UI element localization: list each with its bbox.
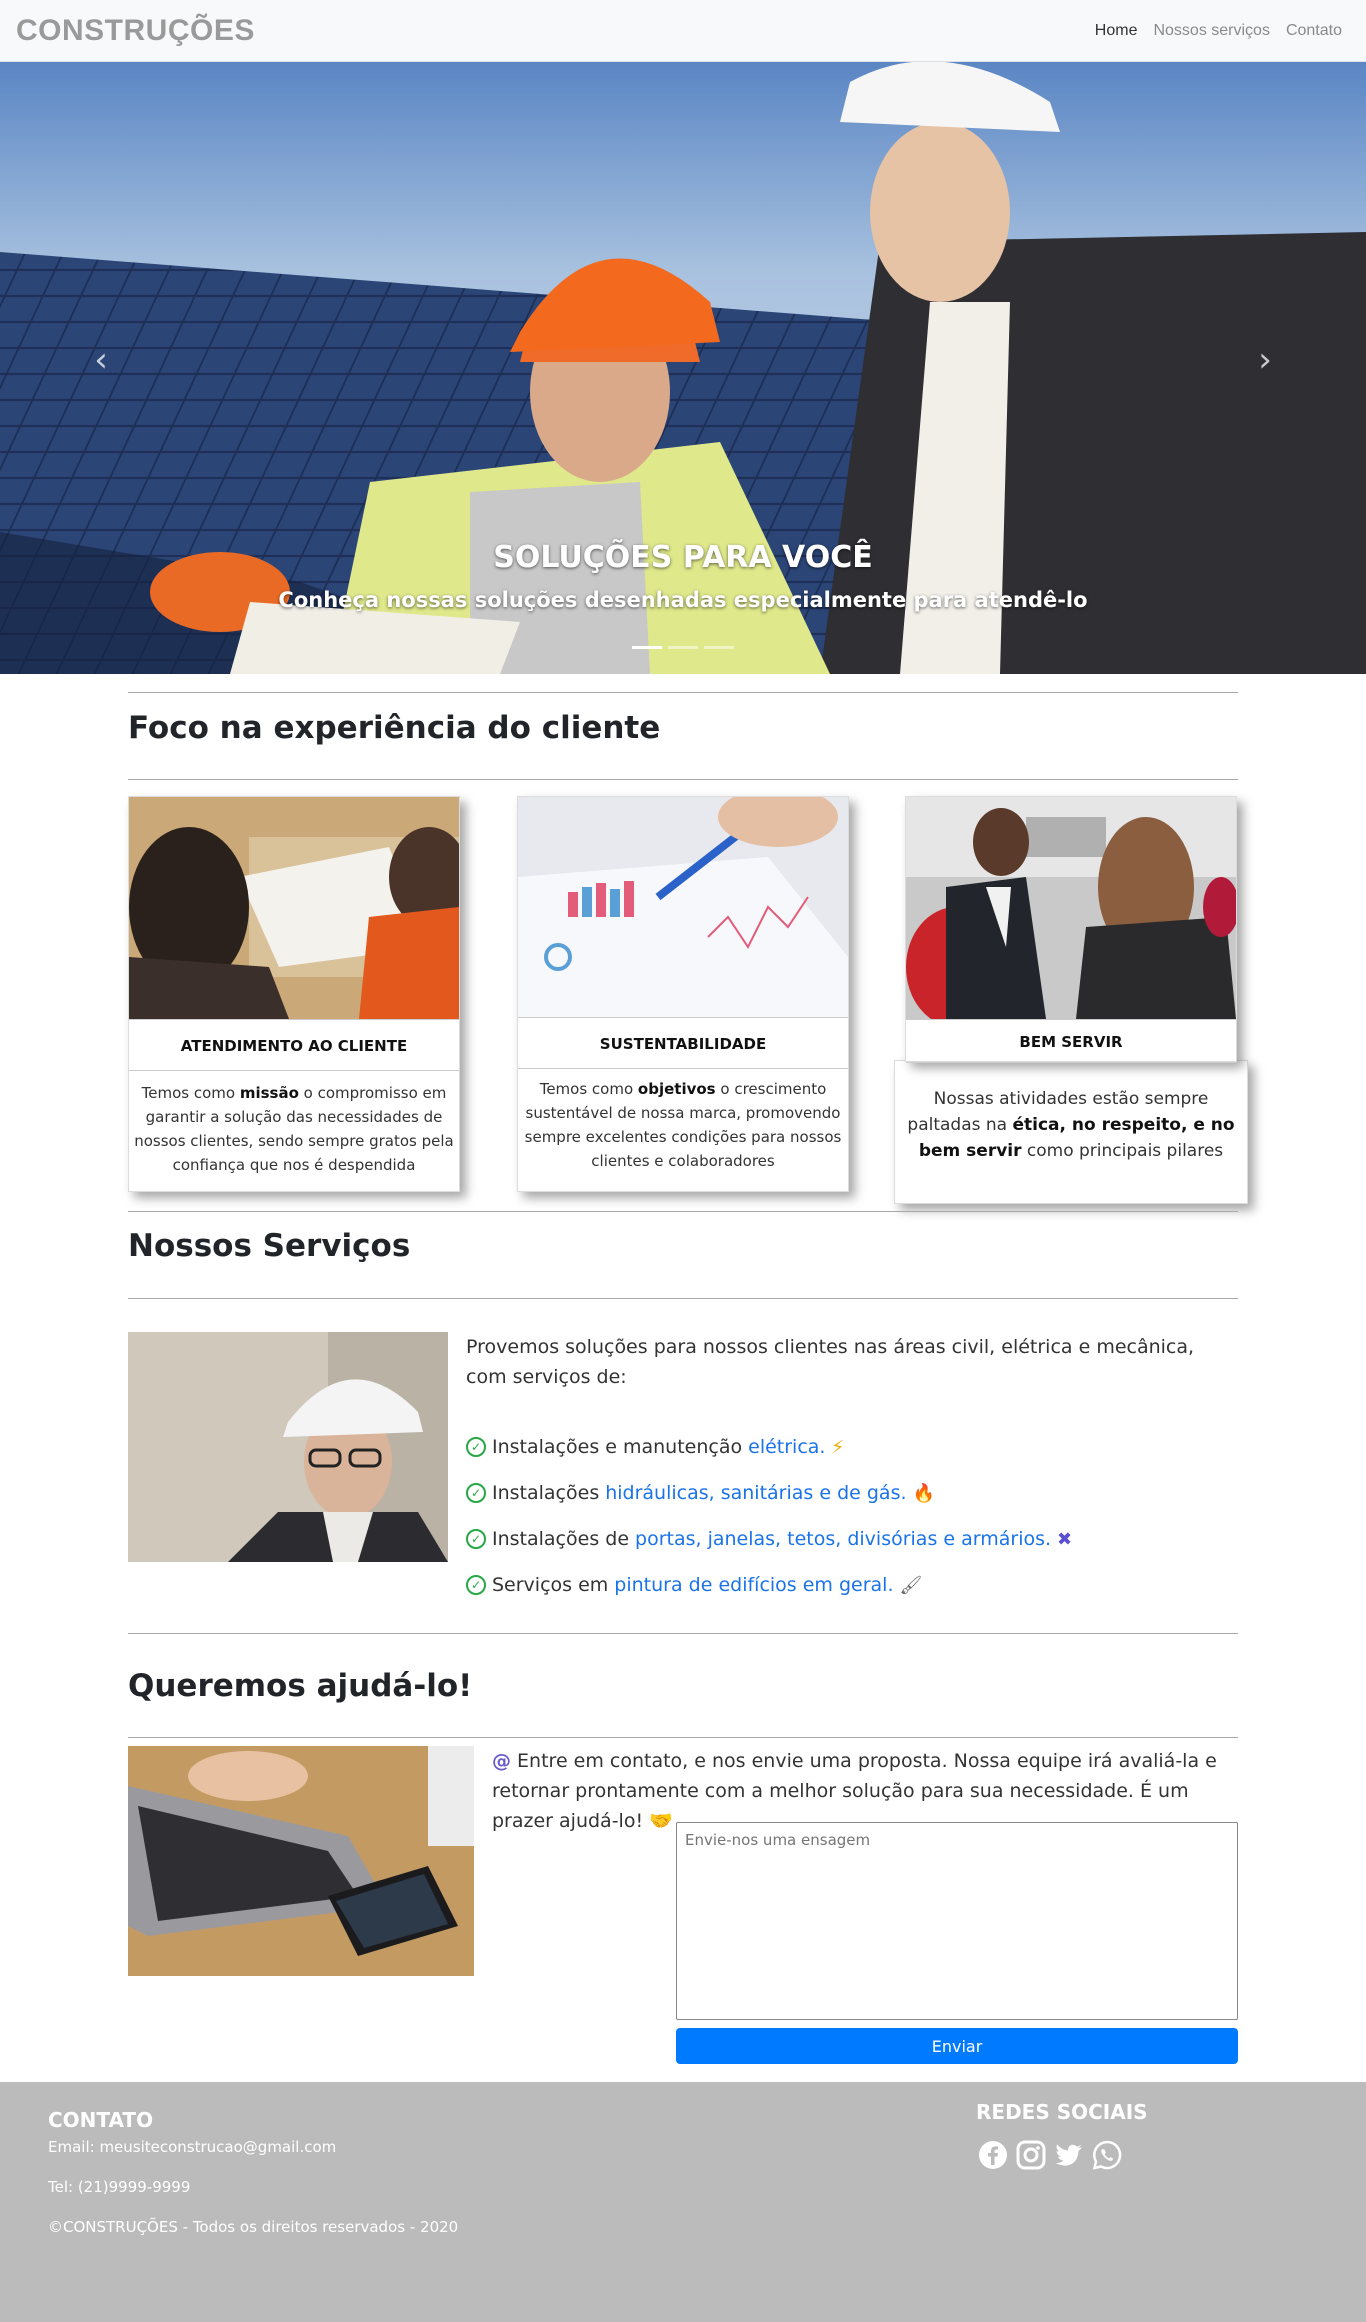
service-link-plumbing[interactable]: hidráulicas, sanitárias e de gás. [605,1482,906,1504]
carousel-next-button[interactable]: › [1250,340,1280,380]
message-textarea[interactable] [676,1822,1238,2020]
brand-logo[interactable]: CONSTRUÇÕES [16,14,255,48]
service-prefix: Serviços em [492,1574,609,1596]
tools-icon: ✖ [1057,1528,1073,1550]
twitter-icon[interactable] [1054,2140,1084,2170]
nav-links: Home Nossos serviços Contato [1087,14,1350,48]
check-circle-icon: ✓ [466,1437,486,1457]
at-sign-icon: @ [492,1750,511,1772]
contact-description: Entre em contato, e nos envie uma propos… [492,1750,1217,1832]
card-text: Temos como missão o compromisso em garan… [129,1081,459,1177]
nav-link-services[interactable]: Nossos serviços [1145,14,1277,48]
service-prefix: Instalações [492,1482,600,1504]
divider [128,1737,1238,1738]
card-text-bold: objetivos [637,1080,716,1098]
card-title: ATENDIMENTO AO CLIENTE [129,1019,459,1071]
divider [128,692,1238,693]
service-link-doors[interactable]: portas, janelas, tetos, divisórias e arm… [635,1528,1051,1550]
flame-icon: 🔥 [912,1482,935,1504]
divider [128,1211,1238,1212]
carousel-indicator-1[interactable] [632,646,662,649]
lightning-icon: ⚡ [831,1436,845,1458]
carousel-indicator-3[interactable] [704,646,734,649]
card-image [906,797,1236,1019]
contact-section-title: Queremos ajudá-lo! [128,1668,473,1704]
carousel-indicators [0,646,1366,649]
card-image [129,797,459,1019]
footer-social-title: REDES SOCIAIS [976,2100,1148,2124]
hero-carousel: ‹ › SOLUÇÕES PARA VOCÊ Conheça nossas so… [0,62,1366,674]
paint-roller-icon: 🖌 [899,1574,923,1596]
card-text-part: como principais pilares [1021,1141,1224,1161]
contact-image [128,1746,474,1976]
divider [128,1298,1238,1299]
hero-title: SOLUÇÕES PARA VOCÊ [493,540,873,575]
instagram-icon[interactable] [1016,2140,1046,2170]
carousel-prev-button[interactable]: ‹ [86,340,116,380]
nav-link-home[interactable]: Home [1087,14,1146,48]
footer-email: Email: meusiteconstrucao@gmail.com [48,2138,337,2156]
card-good-service: BEM SERVIR [905,796,1237,1063]
service-link-painting[interactable]: pintura de edifícios em geral. [614,1574,893,1596]
footer: CONTATO Email: meusiteconstrucao@gmail.c… [0,2082,1366,2322]
facebook-icon[interactable] [978,2140,1008,2170]
service-item-plumbing: ✓ Instalações hidráulicas, sanitárias e … [466,1482,935,1504]
card-text-bold: missão [239,1084,299,1102]
divider [128,779,1238,780]
check-circle-icon: ✓ [466,1483,486,1503]
services-section-title: Nossos Serviços [128,1228,411,1264]
services-image [128,1332,448,1562]
footer-phone: Tel: (21)9999-9999 [48,2178,191,2196]
hero-subtitle: Conheça nossas soluções desenhadas espec… [278,588,1088,612]
card-text-part: Temos como [539,1080,638,1098]
nav-link-contact[interactable]: Contato [1278,14,1350,48]
social-icons [978,2140,1122,2170]
card-text-part: Temos como [141,1084,240,1102]
card-image [518,797,848,1017]
navbar: CONSTRUÇÕES Home Nossos serviços Contato [0,0,1366,62]
card-title: BEM SERVIR [906,1019,1236,1063]
service-prefix: Instalações de [492,1528,630,1550]
card-customer-service: ATENDIMENTO AO CLIENTE Temos como missão… [128,796,460,1192]
whatsapp-icon[interactable] [1092,2140,1122,2170]
handshake-icon: 🤝 [649,1810,673,1832]
card-text: Temos como objetivos o crescimento suste… [518,1077,848,1173]
card-text: Nossas atividades estão sempre paltadas … [900,1086,1242,1164]
service-prefix: Instalações e manutenção [492,1436,743,1458]
footer-contact-title: CONTATO [48,2108,154,2132]
chevron-right-icon: › [1258,340,1272,380]
check-circle-icon: ✓ [466,1575,486,1595]
service-item-painting: ✓ Serviços em pintura de edifícios em ge… [466,1574,922,1596]
service-item-electrical: ✓ Instalações e manutenção elétrica. ⚡ [466,1436,844,1458]
card-title: SUSTENTABILIDADE [518,1017,848,1069]
footer-copyright: ©CONSTRUÇÕES - Todos os direitos reserva… [48,2218,459,2236]
carousel-indicator-2[interactable] [668,646,698,649]
service-item-doors: ✓ Instalações de portas, janelas, tetos,… [466,1528,1072,1550]
check-circle-icon: ✓ [466,1529,486,1549]
card-sustainability: SUSTENTABILIDADE Temos como objetivos o … [517,796,849,1192]
divider [128,1633,1238,1634]
chevron-left-icon: ‹ [94,340,108,380]
send-button[interactable]: Enviar [676,2028,1238,2064]
services-intro: Provemos soluções para nossos clientes n… [466,1336,1195,1388]
service-link-electrical[interactable]: elétrica. [748,1436,825,1458]
focus-section-title: Foco na experiência do cliente [128,710,661,746]
hero-image [0,62,1366,674]
